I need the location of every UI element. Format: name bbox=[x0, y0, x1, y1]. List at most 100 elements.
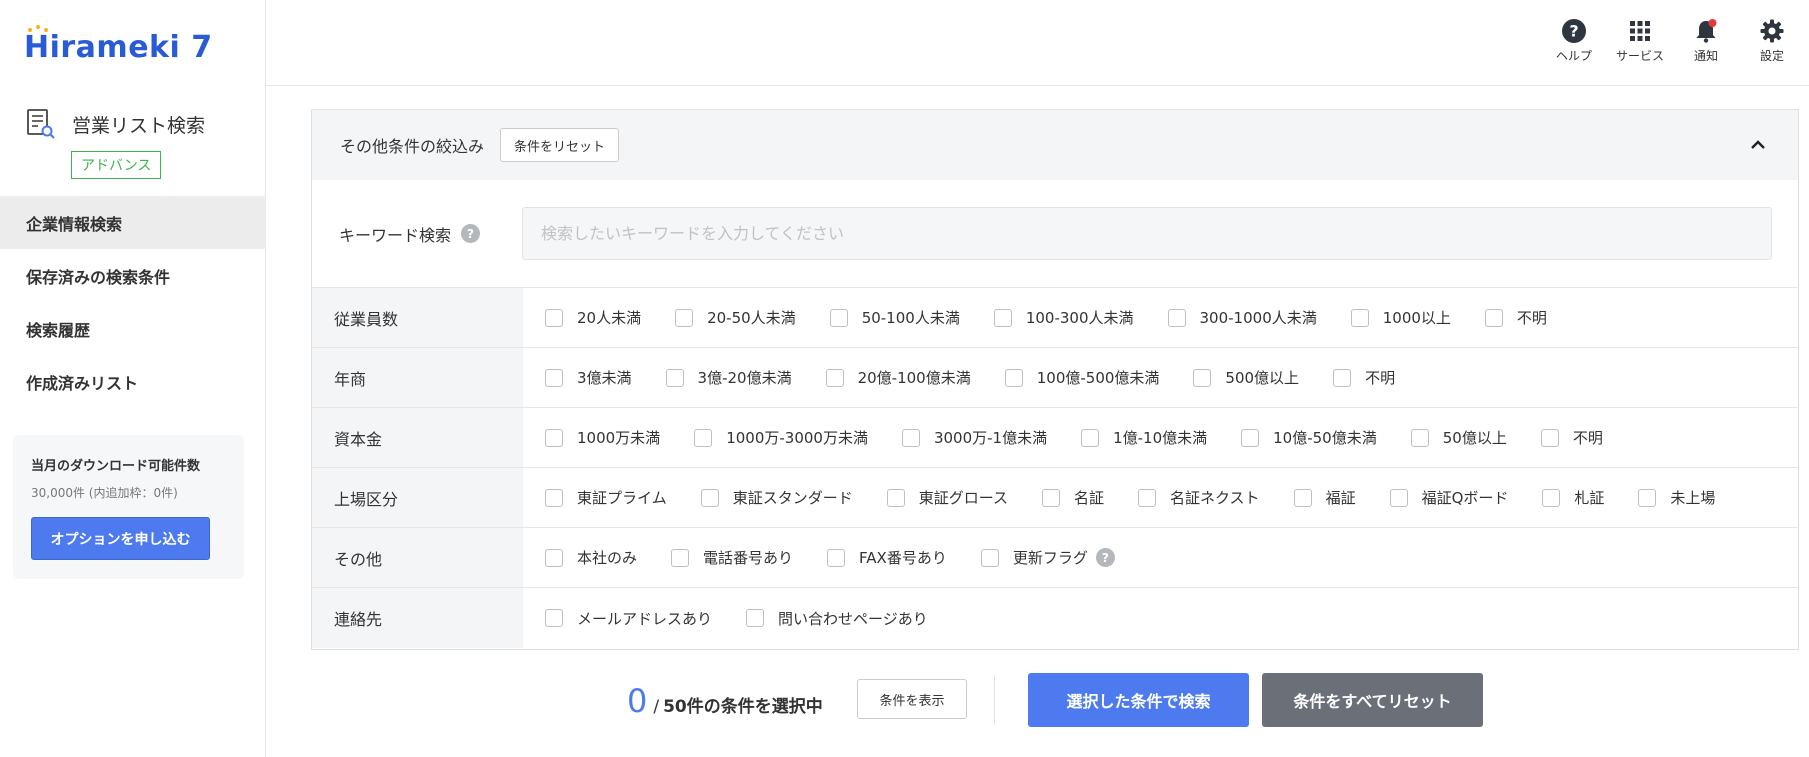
option-checkbox[interactable]: 東証グロース bbox=[886, 487, 1008, 508]
checkbox[interactable] bbox=[545, 609, 563, 627]
option-checkbox[interactable]: FAX番号あり bbox=[827, 547, 947, 568]
search-with-conditions-button[interactable]: 選択した条件で検索 bbox=[1028, 673, 1249, 727]
option-checkbox[interactable]: 札証 bbox=[1542, 487, 1604, 508]
option-checkbox[interactable]: 20-50人未満 bbox=[675, 307, 796, 328]
checkbox[interactable] bbox=[545, 308, 563, 327]
checkbox[interactable] bbox=[671, 548, 690, 567]
option-checkbox[interactable]: 福証 bbox=[1293, 487, 1356, 508]
option-checkbox[interactable]: 1億-10億未満 bbox=[1081, 427, 1207, 448]
checkbox[interactable] bbox=[700, 488, 719, 507]
option-checkbox[interactable]: 不明 bbox=[1333, 367, 1395, 388]
list-search-icon bbox=[27, 109, 55, 139]
checkbox[interactable] bbox=[545, 548, 563, 567]
option-checkbox[interactable]: 問い合わせページあり bbox=[746, 608, 928, 629]
option-checkbox[interactable]: 3億未満 bbox=[545, 367, 632, 388]
keyword-search-input[interactable] bbox=[522, 207, 1772, 260]
crown-icon bbox=[28, 25, 48, 32]
option-checkbox[interactable]: 福証Qボード bbox=[1389, 487, 1509, 508]
option-checkbox[interactable]: 20人未満 bbox=[545, 307, 641, 328]
checkbox[interactable] bbox=[1167, 308, 1186, 327]
checkbox[interactable] bbox=[1410, 428, 1429, 447]
checkbox[interactable] bbox=[1241, 428, 1260, 447]
checkbox[interactable] bbox=[829, 308, 848, 327]
checkbox[interactable] bbox=[1293, 488, 1312, 507]
option-checkbox[interactable]: 名証 bbox=[1041, 487, 1104, 508]
sidebar-item-company-search[interactable]: 企業情報検索 bbox=[0, 196, 266, 249]
keyword-help-icon[interactable]: ? bbox=[461, 224, 481, 243]
option-checkbox[interactable]: 10億-50億未満 bbox=[1241, 427, 1377, 448]
option-checkbox[interactable]: 未上場 bbox=[1638, 487, 1715, 508]
option-label: 3000万-1億未満 bbox=[933, 429, 1048, 447]
checkbox[interactable] bbox=[993, 308, 1012, 327]
checkbox[interactable] bbox=[1540, 428, 1559, 447]
checkbox[interactable] bbox=[901, 428, 920, 447]
chevron-up-icon[interactable] bbox=[1748, 135, 1768, 155]
checkbox[interactable] bbox=[1638, 488, 1657, 507]
option-checkbox[interactable]: 1000以上 bbox=[1350, 307, 1451, 328]
option-checkbox[interactable]: 3000万-1億未満 bbox=[901, 427, 1048, 448]
checkbox[interactable] bbox=[1333, 368, 1352, 387]
checkbox[interactable] bbox=[825, 368, 844, 387]
reset-conditions-button[interactable]: 条件をリセット bbox=[500, 128, 620, 162]
checkbox[interactable] bbox=[675, 308, 694, 327]
sidebar-item-saved-conditions[interactable]: 保存済みの検索条件 bbox=[0, 249, 266, 302]
option-checkbox[interactable]: 1000万-3000万未満 bbox=[694, 427, 868, 448]
show-conditions-button[interactable]: 条件を表示 bbox=[857, 679, 967, 719]
option-label: 1億-10億未満 bbox=[1113, 429, 1208, 447]
logo[interactable]: Hirameki 7 bbox=[24, 25, 213, 65]
checkbox[interactable] bbox=[545, 488, 563, 507]
checkbox[interactable] bbox=[694, 428, 713, 447]
notifications-button[interactable]: 通知 bbox=[1676, 18, 1736, 64]
checkbox[interactable] bbox=[1081, 428, 1100, 447]
checkbox[interactable] bbox=[1542, 488, 1561, 507]
checkbox[interactable] bbox=[1389, 488, 1408, 507]
sidebar-item-search-history[interactable]: 検索履歴 bbox=[0, 302, 266, 355]
checkbox[interactable] bbox=[1004, 368, 1023, 387]
option-checkbox[interactable]: 不明 bbox=[1540, 427, 1603, 448]
reset-all-conditions-button[interactable]: 条件をすべてリセット bbox=[1262, 673, 1483, 727]
option-checkbox[interactable]: 不明 bbox=[1484, 307, 1547, 328]
checkbox[interactable] bbox=[545, 368, 563, 387]
option-checkbox[interactable]: 東証スタンダード bbox=[700, 487, 853, 508]
option-checkbox[interactable]: 更新フラグ? bbox=[980, 547, 1115, 568]
checkbox[interactable] bbox=[1193, 368, 1212, 387]
download-quota-box: 当月のダウンロード可能件数 30,000件 (内追加枠：0件) オプションを申し… bbox=[13, 435, 244, 579]
condition-options: 1000万未満 1000万-3000万未満 3000万-1億未満 1億-10億未… bbox=[523, 408, 1798, 467]
option-checkbox[interactable]: メールアドレスあり bbox=[545, 608, 712, 629]
svg-text:?: ? bbox=[1569, 22, 1578, 41]
option-checkbox[interactable]: 300-1000人未満 bbox=[1167, 307, 1317, 328]
option-checkbox[interactable]: 1000万未満 bbox=[545, 427, 660, 448]
checkbox[interactable] bbox=[545, 428, 563, 447]
apply-option-button[interactable]: オプションを申し込む bbox=[31, 517, 210, 560]
condition-row-other: その他 本社のみ 電話番号あり FAX番号あり 更新フラグ? bbox=[312, 528, 1798, 588]
option-checkbox[interactable]: 50億以上 bbox=[1410, 427, 1507, 448]
option-checkbox[interactable]: 電話番号あり bbox=[671, 547, 793, 568]
checkbox[interactable] bbox=[886, 488, 905, 507]
option-checkbox[interactable]: 東証プライム bbox=[545, 487, 667, 508]
checkbox[interactable] bbox=[665, 368, 684, 387]
option-checkbox[interactable]: 50-100人未満 bbox=[829, 307, 960, 328]
sidebar-item-created-lists[interactable]: 作成済みリスト bbox=[0, 355, 266, 408]
option-checkbox[interactable]: 本社のみ bbox=[545, 547, 637, 568]
option-label: 20人未満 bbox=[577, 309, 642, 327]
option-checkbox[interactable]: 20億-100億未満 bbox=[825, 367, 971, 388]
checkbox[interactable] bbox=[980, 548, 999, 567]
option-checkbox[interactable]: 名証ネクスト bbox=[1138, 487, 1260, 508]
option-label: 福証Qボード bbox=[1421, 489, 1509, 507]
help-button[interactable]: ? ヘルプ bbox=[1544, 18, 1604, 64]
checkbox[interactable] bbox=[1041, 488, 1060, 507]
option-checkbox[interactable]: 500億以上 bbox=[1193, 367, 1299, 388]
checkbox[interactable] bbox=[1484, 308, 1503, 327]
checkbox[interactable] bbox=[1138, 488, 1156, 507]
option-label: 300-1000人未満 bbox=[1199, 309, 1317, 327]
checkbox[interactable] bbox=[1350, 308, 1369, 327]
option-checkbox[interactable]: 100-300人未満 bbox=[993, 307, 1134, 328]
settings-button[interactable]: 設定 bbox=[1742, 18, 1802, 64]
update-flag-help-icon[interactable]: ? bbox=[1095, 548, 1115, 567]
checkbox[interactable] bbox=[746, 609, 765, 627]
option-checkbox[interactable]: 3億-20億未満 bbox=[665, 367, 792, 388]
option-label: 電話番号あり bbox=[703, 549, 794, 567]
checkbox[interactable] bbox=[827, 548, 846, 567]
option-checkbox[interactable]: 100億-500億未満 bbox=[1004, 367, 1159, 388]
services-button[interactable]: サービス bbox=[1610, 18, 1670, 64]
